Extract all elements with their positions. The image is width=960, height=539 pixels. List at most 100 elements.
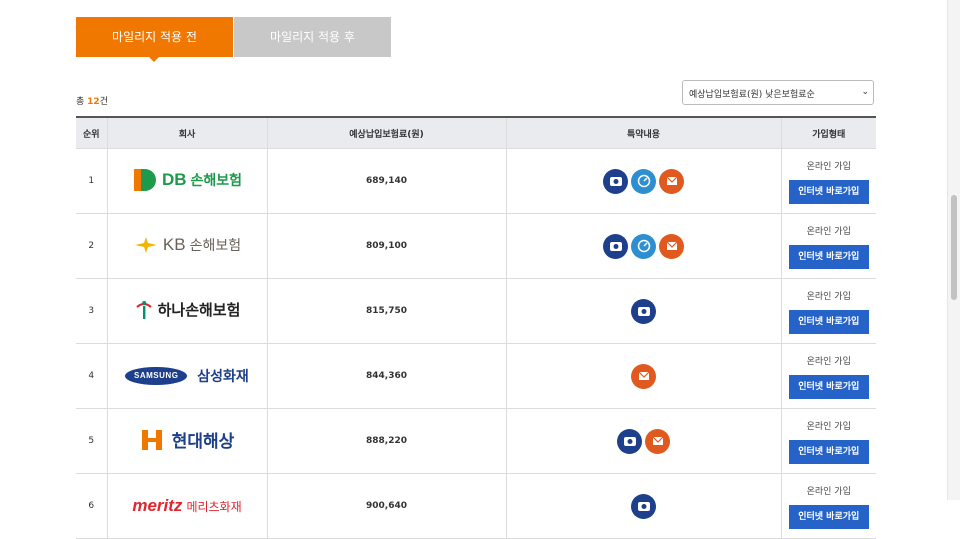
header-rank: 순위 [76,116,107,149]
options-cell [505,213,781,279]
price-cell: 815,750 [266,278,506,344]
price-cell: 844,360 [266,343,506,409]
company-cell: meritz 메리츠화재 [106,473,267,539]
hana-insurance-logo: 하나손해보험 [134,299,241,321]
logo-name: 메리츠화재 [186,499,242,514]
company-cell: DB 손해보험 [106,148,267,214]
speedometer-icon[interactable] [631,233,656,259]
join-type-label: 온라인 가입 [806,486,851,497]
header-options: 특약내용 [505,116,781,149]
kb-star-logo-icon [134,236,157,253]
rank-cell: 2 [76,213,107,279]
join-type-label: 온라인 가입 [806,421,851,432]
join-type-label: 온라인 가입 [806,356,851,367]
table-row: 3 하나손해보험 815,750 온라인 가입 인터넷 바로가입 [76,278,876,344]
logo-name: 삼성화재 [197,369,249,385]
count-number: 12 [87,97,100,107]
header-join-type: 가입형태 [780,116,876,149]
join-type-label: 온라인 가입 [806,161,851,172]
mail-icon[interactable] [631,363,656,389]
chevron-down-icon: ⌄ [861,87,869,97]
hyundai-marine-logo: 현대해상 [140,427,235,453]
kb-insurance-logo: KB 손해보험 [133,235,241,255]
mail-icon[interactable] [659,168,684,194]
result-count: 총 12건 [76,94,108,107]
db-logo-mark-icon [133,168,156,191]
hana-logo-mark-icon [135,300,152,319]
table-row: 2 KB 손해보험 809,100 온라인 가입 인터넷 바로가입 [76,213,876,279]
options-cell [505,148,781,214]
options-cell [505,473,781,539]
logo-name: 손해보험 [189,237,242,254]
speedometer-icon[interactable] [631,168,656,194]
tab-label: 마일리지 적용 전 [112,30,197,44]
samsung-wordmark: SAMSUNG [125,367,188,385]
camera-icon[interactable] [631,298,656,324]
meritz-fire-logo: meritz 메리츠화재 [132,496,241,516]
logo-name: 현대해상 [171,432,235,453]
price-cell: 689,140 [266,148,506,214]
mail-icon[interactable] [659,233,684,259]
count-prefix: 총 [76,97,85,107]
hyundai-h-logo-icon [141,429,162,450]
join-type-label: 온라인 가입 [806,291,851,302]
camera-icon[interactable] [617,428,642,454]
logo-prefix: meritz [132,496,183,515]
db-insurance-logo: DB 손해보험 [132,165,242,195]
table-row: 5 현대해상 888,220 온라인 가입 인터넷 바로가입 [76,408,876,474]
sort-select[interactable]: 예상납입보험료(원) 낮은보험료순 ⌄ [682,80,874,105]
internet-join-button[interactable]: 인터넷 바로가입 [788,374,869,399]
internet-join-button[interactable]: 인터넷 바로가입 [788,244,869,269]
price-cell: 888,220 [266,408,506,474]
company-cell: SAMSUNG 삼성화재 [106,343,267,409]
scrollbar-thumb[interactable] [951,195,957,300]
price-cell: 809,100 [266,213,506,279]
join-cell: 온라인 가입 인터넷 바로가입 [780,148,876,214]
camera-icon[interactable] [603,168,628,194]
internet-join-button[interactable]: 인터넷 바로가입 [788,309,869,334]
tab-label: 마일리지 적용 후 [270,30,355,44]
count-suffix: 건 [99,97,108,107]
rank-cell: 1 [76,148,107,214]
header-price: 예상납입보험료(원) [266,116,506,149]
join-cell: 온라인 가입 인터넷 바로가입 [780,278,876,344]
mail-icon[interactable] [645,428,670,454]
active-tab-arrow [149,57,159,62]
internet-join-button[interactable]: 인터넷 바로가입 [788,504,869,529]
tab-before-mileage[interactable]: 마일리지 적용 전 [76,17,233,62]
logo-prefix: KB [162,234,186,254]
table-row: 1 DB 손해보험 689,140 온라인 가입 인터넷 바로가입 [76,148,876,214]
join-cell: 온라인 가입 인터넷 바로가입 [780,213,876,279]
logo-name: 손해보험 [190,172,243,189]
header-company: 회사 [106,116,267,149]
options-cell [505,408,781,474]
logo-prefix: DB [161,169,187,189]
table-row: 4 SAMSUNG 삼성화재 844,360 온라인 가입 인터넷 바로가입 [76,343,876,409]
internet-join-button[interactable]: 인터넷 바로가입 [788,179,869,204]
options-cell [505,278,781,344]
comparison-table: 순위 회사 예상납입보험료(원) 특약내용 가입형태 1 DB 손해보험 689… [76,116,876,539]
rank-cell: 5 [76,408,107,474]
rank-cell: 3 [76,278,107,344]
vertical-scrollbar[interactable] [947,0,960,500]
company-cell: KB 손해보험 [106,213,267,279]
tab-after-mileage[interactable]: 마일리지 적용 후 [234,17,391,57]
camera-icon[interactable] [603,233,628,259]
table-header-row: 순위 회사 예상납입보험료(원) 특약내용 가입형태 [76,116,876,149]
sort-selected-value: 예상납입보험료(원) 낮은보험료순 [689,90,815,100]
join-cell: 온라인 가입 인터넷 바로가입 [780,343,876,409]
internet-join-button[interactable]: 인터넷 바로가입 [788,439,869,464]
join-type-label: 온라인 가입 [806,226,851,237]
join-cell: 온라인 가입 인터넷 바로가입 [780,473,876,539]
price-cell: 900,640 [266,473,506,539]
samsung-fire-logo: SAMSUNG 삼성화재 [125,366,249,386]
logo-name: 하나손해보험 [157,301,241,319]
table-row: 6 meritz 메리츠화재 900,640 온라인 가입 인터넷 바로가입 [76,473,876,539]
camera-icon[interactable] [631,493,656,519]
company-cell: 현대해상 [106,408,267,474]
options-cell [505,343,781,409]
company-cell: 하나손해보험 [106,278,267,344]
rank-cell: 6 [76,473,107,539]
page: 마일리지 적용 전 마일리지 적용 후 총 12건 예상납입보험료(원) 낮은보… [0,0,948,539]
join-cell: 온라인 가입 인터넷 바로가입 [780,408,876,474]
